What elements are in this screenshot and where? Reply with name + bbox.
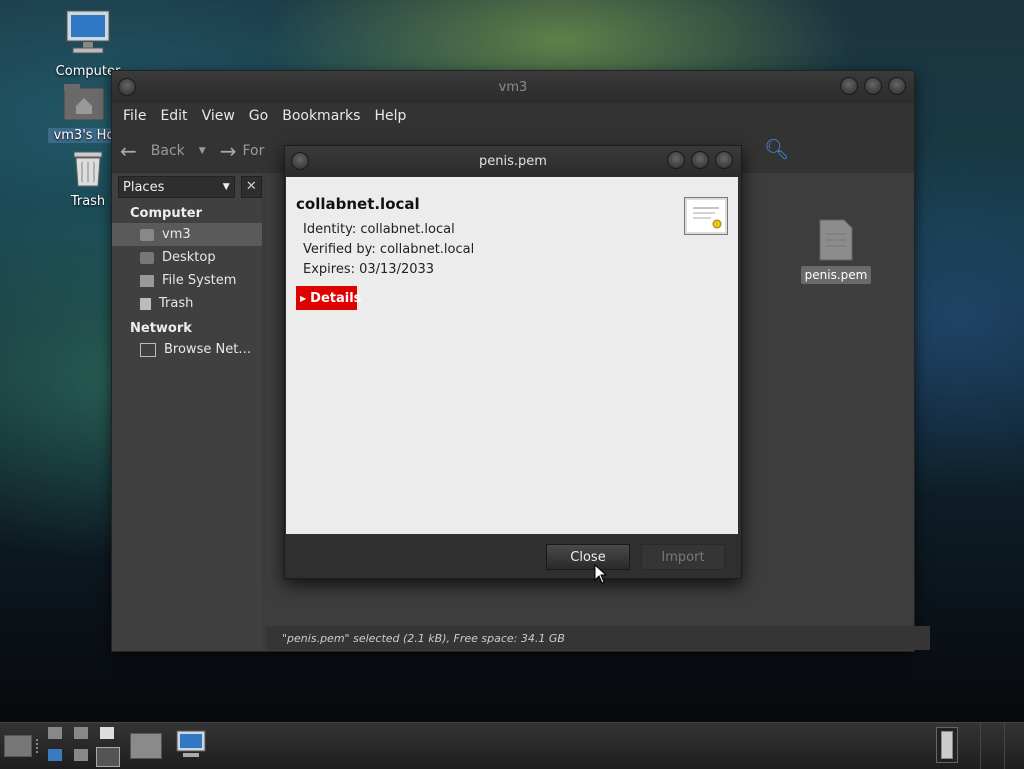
back-icon[interactable]: ← xyxy=(120,139,137,163)
home-folder-icon xyxy=(140,228,154,241)
places-selector-label: Places xyxy=(123,179,165,195)
dialog-minimize-button[interactable] xyxy=(667,151,685,169)
menu-bar: File Edit View Go Bookmarks Help xyxy=(112,103,914,129)
sidebar-item-browse-network[interactable]: Browse Net… xyxy=(112,338,262,361)
dialog-close-window-button[interactable] xyxy=(715,151,733,169)
import-button[interactable]: Import xyxy=(641,544,725,570)
certificate-icon xyxy=(684,197,728,235)
back-button[interactable]: Back xyxy=(151,143,185,159)
sidebar-section-network: Network xyxy=(130,321,192,336)
taskbar xyxy=(0,722,1024,769)
taskbar-home-icon[interactable] xyxy=(74,727,88,739)
certificate-identity: Identity: collabnet.local xyxy=(303,222,455,237)
certificate-verified-by: Verified by: collabnet.local xyxy=(303,242,475,257)
certificate-dialog: penis.pem collabnet.local Identity: coll… xyxy=(284,145,742,579)
sidebar-item-trash[interactable]: Trash xyxy=(112,292,262,315)
sidebar-item-label: Desktop xyxy=(162,250,216,265)
close-button[interactable]: Close xyxy=(546,544,630,570)
chevron-down-icon: ▼ xyxy=(222,182,230,192)
menu-go[interactable]: Go xyxy=(242,108,275,124)
dialog-title: penis.pem xyxy=(479,153,547,169)
taskbar-window-icon[interactable] xyxy=(100,727,114,739)
folder-icon xyxy=(140,251,154,264)
sidebar-item-file-system[interactable]: File System xyxy=(112,269,262,292)
menu-edit[interactable]: Edit xyxy=(153,108,194,124)
taskbar-computer-icon[interactable] xyxy=(175,729,207,759)
taskbar-separator xyxy=(36,739,41,753)
workspace-divider xyxy=(980,723,981,769)
mouse-cursor-icon xyxy=(594,564,608,584)
sidebar-item-label: Browse Net… xyxy=(164,342,252,357)
workspace-switcher[interactable] xyxy=(936,727,958,763)
forward-button[interactable]: For xyxy=(242,143,264,159)
sidebar-item-vm3[interactable]: vm3 xyxy=(112,223,262,246)
file-name: penis.pem xyxy=(800,266,872,284)
window-title: vm3 xyxy=(498,79,528,95)
taskbar-home-icon[interactable] xyxy=(48,727,62,739)
trash-icon xyxy=(73,151,103,187)
sidebar-section-computer: Computer xyxy=(130,206,203,221)
document-icon xyxy=(819,219,853,261)
forward-icon[interactable]: → xyxy=(220,139,237,163)
dialog-maximize-button[interactable] xyxy=(691,151,709,169)
details-expander[interactable]: ▶ Details xyxy=(296,286,361,310)
file-manager-titlebar[interactable]: vm3 xyxy=(112,71,914,103)
details-label: Details xyxy=(310,290,362,306)
status-bar: "penis.pem" selected (2.1 kB), Free spac… xyxy=(266,626,930,650)
home-folder-icon xyxy=(63,84,105,121)
minimize-button[interactable] xyxy=(840,77,858,95)
taskbar-computer-icon[interactable] xyxy=(48,749,62,761)
sidebar-item-desktop[interactable]: Desktop xyxy=(112,246,262,269)
desktop-home-folder-icon[interactable]: vm3's Ho xyxy=(48,82,120,143)
taskbar-home-icon[interactable] xyxy=(74,749,88,761)
menu-file[interactable]: File xyxy=(116,108,153,124)
dialog-button-bar: Close Import xyxy=(285,534,739,578)
sidebar-item-label: vm3 xyxy=(162,227,191,242)
dialog-menu-button[interactable] xyxy=(291,152,309,170)
workspace-divider xyxy=(1004,723,1005,769)
window-menu-button[interactable] xyxy=(118,78,136,96)
places-selector[interactable]: Places ▼ xyxy=(118,176,235,198)
menu-bookmarks[interactable]: Bookmarks xyxy=(275,108,367,124)
file-item[interactable]: penis.pem xyxy=(796,218,876,284)
trash-icon xyxy=(140,297,151,310)
menu-view[interactable]: View xyxy=(195,108,242,124)
back-dropdown-icon[interactable]: ▼ xyxy=(199,146,206,156)
desktop-icon-label: vm3's Ho xyxy=(48,128,120,143)
dialog-titlebar[interactable]: penis.pem xyxy=(285,146,741,176)
search-icon[interactable]: 🔍︎ xyxy=(764,137,789,161)
menu-help[interactable]: Help xyxy=(367,108,413,124)
taskbar-home-folder-icon[interactable] xyxy=(130,733,162,759)
computer-icon xyxy=(66,10,110,54)
dialog-body: collabnet.local Identity: collabnet.loca… xyxy=(286,177,738,534)
network-icon xyxy=(140,342,156,357)
taskbar-active-window-icon[interactable] xyxy=(96,747,120,767)
desktop-computer-icon[interactable]: Computer xyxy=(48,8,128,79)
drive-icon xyxy=(140,274,154,287)
expander-arrow-icon: ▶ xyxy=(300,293,307,303)
taskbar-folder-icon[interactable] xyxy=(4,735,32,757)
sidebar: Places ▼ ✕ Computer vm3 Desktop File Sys… xyxy=(112,174,262,651)
close-sidebar-icon[interactable]: ✕ xyxy=(240,176,262,198)
certificate-name: collabnet.local xyxy=(296,195,420,213)
certificate-expires: Expires: 03/13/2033 xyxy=(303,262,435,277)
close-window-button[interactable] xyxy=(888,77,906,95)
sidebar-item-label: File System xyxy=(162,273,237,288)
maximize-button[interactable] xyxy=(864,77,882,95)
sidebar-item-label: Trash xyxy=(159,296,194,311)
